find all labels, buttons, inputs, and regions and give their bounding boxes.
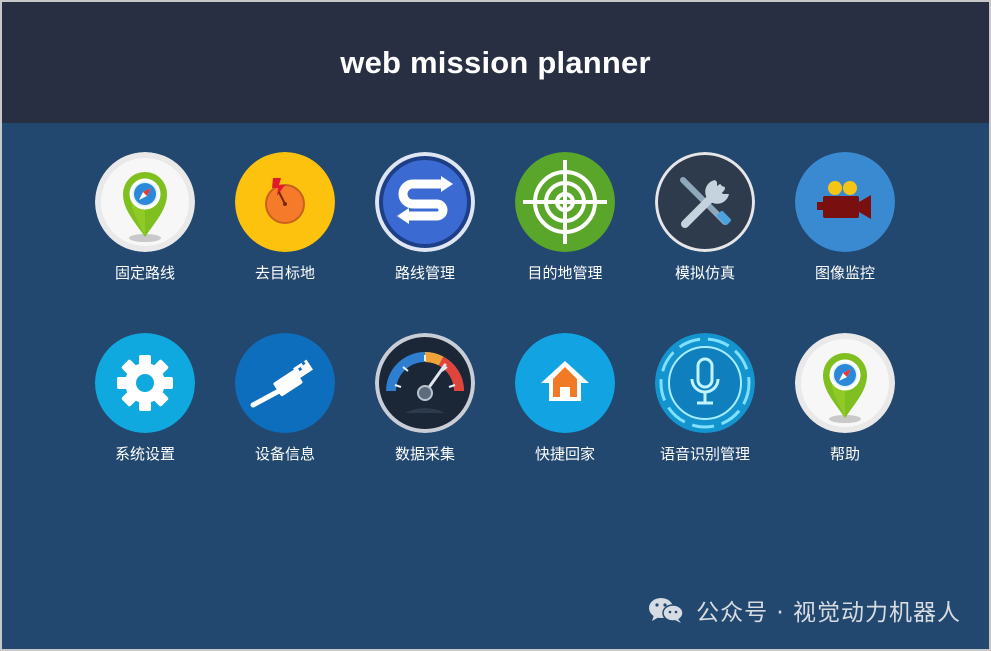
tile-label: 固定路线 bbox=[114, 264, 175, 282]
tile-label: 去目标地 bbox=[254, 264, 315, 282]
target-compass-icon[interactable] bbox=[235, 152, 335, 252]
speedometer-icon[interactable] bbox=[375, 333, 475, 433]
watermark-text: 公众号 · 视觉动力机器人 bbox=[696, 600, 961, 626]
gear-icon[interactable] bbox=[95, 333, 195, 433]
page-title: web mission planner bbox=[340, 44, 651, 80]
tile-voice-recognition[interactable]: 语音识别管理 bbox=[655, 333, 755, 464]
tile-label: 设备信息 bbox=[254, 445, 315, 463]
watermark: 公众号 · 视觉动力机器人 bbox=[646, 593, 961, 627]
app-window: web mission planner 固定路线 去目标地 路线管理 目的地管理… bbox=[2, 2, 989, 649]
header-bar: web mission planner bbox=[2, 2, 989, 123]
video-camera-icon[interactable] bbox=[795, 152, 895, 252]
map-pin-compass-icon[interactable] bbox=[95, 152, 195, 252]
tile-image-monitoring[interactable]: 图像监控 bbox=[795, 152, 895, 283]
tile-label: 快捷回家 bbox=[534, 445, 595, 463]
tile-system-settings[interactable]: 系统设置 bbox=[95, 333, 195, 464]
usb-cable-icon[interactable] bbox=[235, 333, 335, 433]
tile-label: 语音识别管理 bbox=[659, 445, 750, 463]
microphone-icon[interactable] bbox=[655, 333, 755, 433]
tile-route-management[interactable]: 路线管理 bbox=[375, 152, 475, 283]
tile-label: 目的地管理 bbox=[527, 264, 603, 282]
feature-grid: 固定路线 去目标地 路线管理 目的地管理 模拟仿真 图像监控 系统设置 设备信息… bbox=[95, 152, 915, 464]
tile-destination-management[interactable]: 目的地管理 bbox=[515, 152, 615, 283]
tile-label: 系统设置 bbox=[114, 445, 175, 463]
crosshair-icon[interactable] bbox=[515, 152, 615, 252]
tile-fixed-route[interactable]: 固定路线 bbox=[95, 152, 195, 283]
tile-quick-home[interactable]: 快捷回家 bbox=[515, 333, 615, 464]
wrench-screwdriver-icon[interactable] bbox=[655, 152, 755, 252]
tile-data-collection[interactable]: 数据采集 bbox=[375, 333, 475, 464]
tile-go-to-target[interactable]: 去目标地 bbox=[235, 152, 335, 283]
wechat-icon bbox=[649, 598, 684, 623]
home-icon[interactable] bbox=[515, 333, 615, 433]
tile-label: 帮助 bbox=[829, 445, 860, 463]
s-arrows-icon[interactable] bbox=[375, 152, 475, 252]
tile-help[interactable]: 帮助 bbox=[795, 333, 895, 464]
map-pin-compass-icon[interactable] bbox=[795, 333, 895, 433]
tile-label: 数据采集 bbox=[394, 445, 455, 463]
tile-label: 模拟仿真 bbox=[674, 264, 735, 282]
tile-label: 路线管理 bbox=[394, 264, 455, 282]
tile-device-info[interactable]: 设备信息 bbox=[235, 333, 335, 464]
tile-label: 图像监控 bbox=[814, 264, 875, 282]
tile-simulation[interactable]: 模拟仿真 bbox=[655, 152, 755, 283]
